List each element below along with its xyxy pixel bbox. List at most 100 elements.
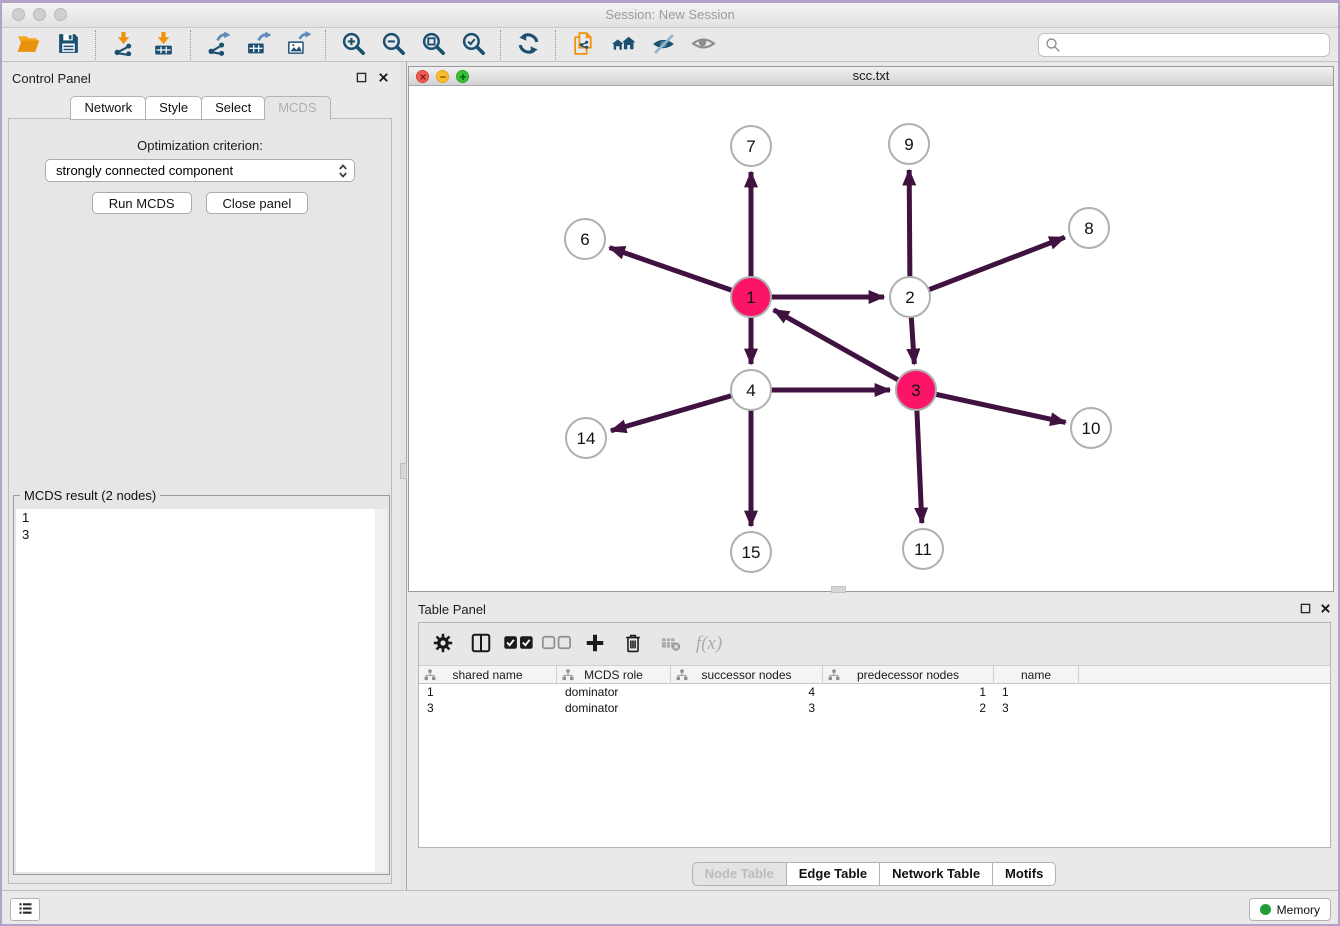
column-header-predecessor-nodes[interactable]: predecessor nodes [823, 666, 994, 683]
cell-shared-name[interactable]: 1 [419, 684, 557, 700]
splitter-handle[interactable] [400, 463, 407, 479]
cell-successor-nodes[interactable]: 4 [671, 684, 823, 700]
edge-3-1[interactable] [774, 310, 916, 390]
export-image-button[interactable] [278, 30, 318, 60]
toolbar-group [333, 30, 493, 60]
memory-button[interactable]: Memory [1249, 898, 1331, 921]
column-header-successor-nodes[interactable]: successor nodes [671, 666, 823, 683]
zoom-out-button[interactable] [373, 30, 413, 60]
refresh-button[interactable] [508, 30, 548, 60]
tab-mcds[interactable]: MCDS [264, 96, 330, 120]
cell-predecessor-nodes[interactable]: 1 [823, 684, 994, 700]
zoom-fit-button[interactable] [413, 30, 453, 60]
hide-selected-button[interactable] [643, 30, 683, 60]
add-entry-button[interactable] [579, 629, 611, 659]
delete-table-button[interactable] [655, 629, 687, 659]
delete-entry-button[interactable] [617, 629, 649, 659]
cell-mcds-role[interactable]: dominator [557, 684, 671, 700]
node-1[interactable]: 1 [731, 277, 771, 317]
copy-network-button[interactable] [563, 30, 603, 60]
network-window-titlebar[interactable]: scc.txt [409, 67, 1333, 86]
node-10[interactable]: 10 [1071, 408, 1111, 448]
table-settings-button[interactable] [427, 629, 459, 659]
column-layout-button[interactable] [465, 629, 497, 659]
edge-1-6[interactable] [610, 248, 751, 297]
horizontal-splitter-handle[interactable] [831, 586, 846, 593]
node-6[interactable]: 6 [565, 219, 605, 259]
cell-name[interactable]: 1 [994, 684, 1079, 700]
function-builder-button[interactable]: f(x) [693, 629, 725, 659]
import-network-button[interactable] [103, 30, 143, 60]
node-9[interactable]: 9 [889, 124, 929, 164]
column-header-mcds-role[interactable]: MCDS role [557, 666, 671, 683]
maximize-view-button[interactable] [456, 70, 469, 83]
tab-network[interactable]: Network [70, 96, 146, 120]
tab-select[interactable]: Select [201, 96, 265, 120]
cell-predecessor-nodes[interactable]: 2 [823, 700, 994, 716]
node-7[interactable]: 7 [731, 126, 771, 166]
node-4[interactable]: 4 [731, 370, 771, 410]
close-window-button[interactable] [12, 8, 25, 21]
node-15[interactable]: 15 [731, 532, 771, 572]
open-session-button[interactable] [8, 30, 48, 60]
node-2[interactable]: 2 [890, 277, 930, 317]
deselect-all-button[interactable] [541, 629, 573, 659]
column-layout-icon [470, 632, 492, 657]
node-14[interactable]: 14 [566, 418, 606, 458]
zoom-window-button[interactable] [54, 8, 67, 21]
list-icon [17, 900, 34, 920]
column-type-icon [562, 669, 574, 681]
table-row[interactable]: 1dominator411 [419, 684, 1330, 700]
minimize-window-button[interactable] [33, 8, 46, 21]
export-table-button[interactable] [238, 30, 278, 60]
tab-motifs[interactable]: Motifs [992, 862, 1056, 886]
select-all-button[interactable] [503, 629, 535, 659]
float-panel-button[interactable] [354, 71, 368, 85]
tab-edge-table[interactable]: Edge Table [786, 862, 880, 886]
criterion-dropdown[interactable]: strongly connected component [45, 159, 355, 182]
zoom-in-icon [341, 31, 366, 59]
toolbar-group [103, 30, 183, 60]
minimize-view-button[interactable] [436, 70, 449, 83]
node-11[interactable]: 11 [903, 529, 943, 569]
node-8[interactable]: 8 [1069, 208, 1109, 248]
edge-3-10[interactable] [916, 390, 1066, 422]
import-table-button[interactable] [143, 30, 183, 60]
tab-network-table[interactable]: Network Table [879, 862, 993, 886]
search-input[interactable] [1038, 33, 1330, 57]
float-table-panel-button[interactable] [1298, 602, 1312, 616]
save-session-button[interactable] [48, 30, 88, 60]
column-header-name[interactable]: name [994, 666, 1079, 683]
result-scrollbar[interactable] [375, 509, 387, 872]
tab-node-table[interactable]: Node Table [692, 862, 787, 886]
vertical-splitter[interactable] [400, 62, 407, 890]
export-image-icon [286, 31, 311, 59]
toolbar-separator [325, 30, 326, 60]
column-header-shared-name[interactable]: shared name [419, 666, 557, 683]
cell-shared-name[interactable]: 3 [419, 700, 557, 716]
first-neighbors-button[interactable] [603, 30, 643, 60]
cell-successor-nodes[interactable]: 3 [671, 700, 823, 716]
cell-mcds-role[interactable]: dominator [557, 700, 671, 716]
export-network-button[interactable] [198, 30, 238, 60]
show-all-button[interactable] [683, 30, 723, 60]
node-label: 11 [914, 540, 932, 559]
network-canvas[interactable]: 7 9 6 8 1 2 4 3 14 10 15 11 [409, 86, 1333, 591]
edge-2-8[interactable] [910, 237, 1065, 297]
run-mcds-button[interactable]: Run MCDS [92, 192, 192, 214]
zoom-selected-button[interactable] [453, 30, 493, 60]
node-3[interactable]: 3 [896, 370, 936, 410]
task-history-button[interactable] [10, 898, 40, 921]
close-view-button[interactable] [416, 70, 429, 83]
mcds-result-textarea[interactable]: 13 [16, 509, 387, 872]
node-label: 14 [577, 429, 596, 448]
tab-style[interactable]: Style [145, 96, 202, 120]
refresh-icon [516, 31, 541, 59]
edge-4-14[interactable] [611, 390, 751, 431]
close-table-panel-button[interactable] [1318, 602, 1332, 616]
close-panel-button[interactable] [376, 71, 390, 85]
zoom-in-button[interactable] [333, 30, 373, 60]
cell-name[interactable]: 3 [994, 700, 1079, 716]
table-row[interactable]: 3dominator323 [419, 700, 1330, 716]
close-panel-button-mcds[interactable]: Close panel [206, 192, 309, 214]
